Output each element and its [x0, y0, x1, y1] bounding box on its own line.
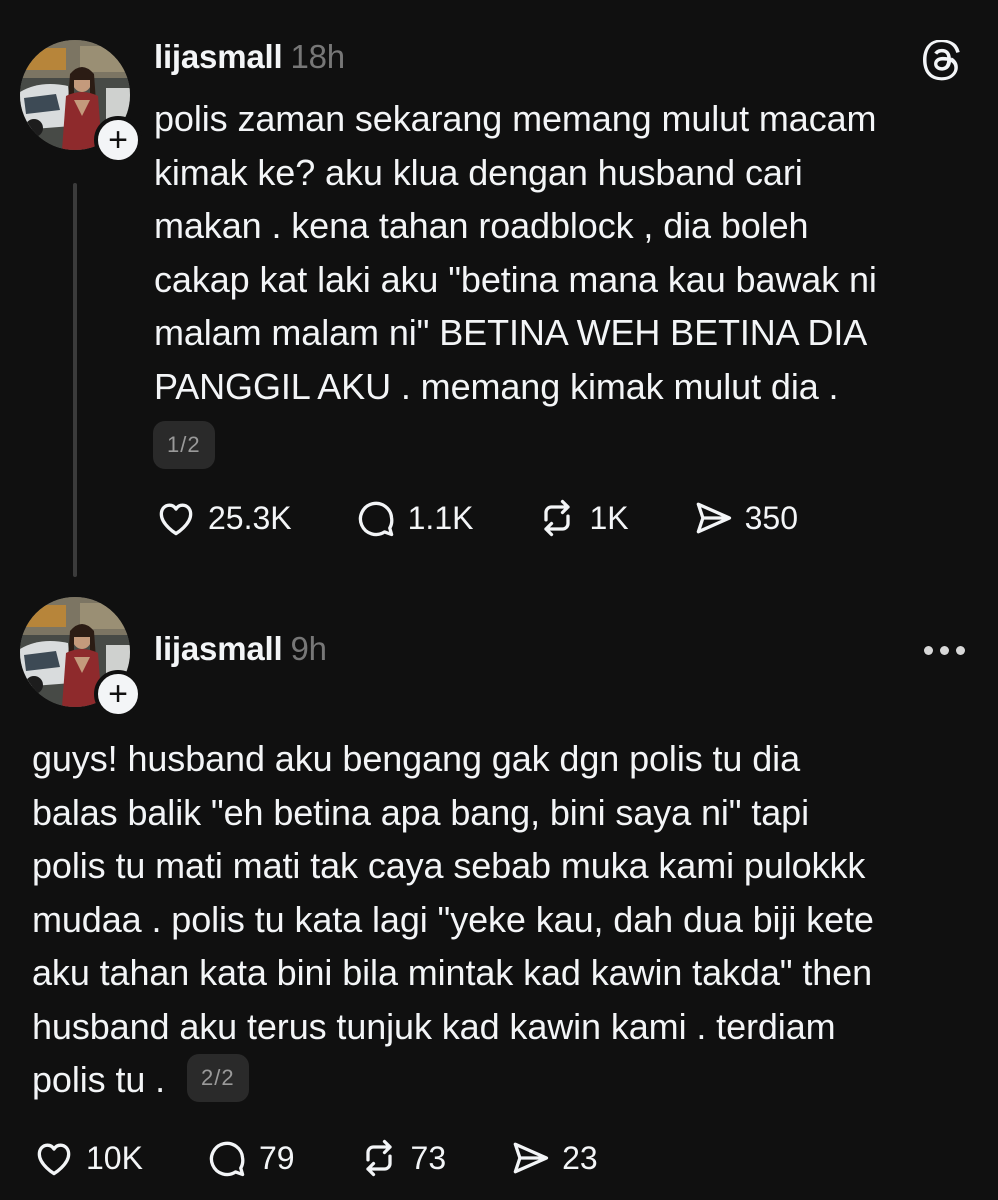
post-body-line: kimak ke? aku klua dengan husband cari — [154, 151, 803, 193]
post-author[interactable]: lijasmall 18h — [154, 38, 345, 76]
like-count: 25.3K — [208, 499, 292, 536]
repost-button[interactable]: 1K — [535, 496, 629, 540]
post-body-line: balas balik "eh betina apa bang, bini sa… — [32, 791, 810, 833]
thread-connector-line — [73, 183, 77, 577]
thread-page-indicator: 2/2 — [186, 1054, 249, 1103]
post-body-line: husband aku terus tunjuk kad kawin kami … — [32, 1005, 836, 1047]
post-body: guys! husband aku bengang gak dgn polis … — [32, 732, 874, 1107]
post-body-line: polis tu . 2/2 — [32, 1053, 874, 1107]
share-count: 350 — [744, 499, 798, 536]
username[interactable]: lijasmall — [154, 630, 283, 667]
post-body: polis zaman sekarang memang mulut macam … — [154, 92, 877, 413]
like-button[interactable]: 10K — [32, 1136, 143, 1180]
repost-button[interactable]: 73 — [357, 1136, 447, 1180]
reply-count: 79 — [258, 1139, 295, 1176]
post-body-last-text: polis tu . — [32, 1059, 166, 1100]
post-body-line: polis zaman sekarang memang mulut macam — [154, 98, 877, 139]
post-body-line: polis tu mati mati tak caya sebab muka k… — [32, 845, 866, 886]
like-count: 10K — [86, 1139, 143, 1176]
share-button[interactable]: 350 — [691, 496, 798, 540]
username[interactable]: lijasmall — [154, 38, 283, 75]
repost-count: 73 — [410, 1139, 447, 1176]
repost-icon — [544, 499, 571, 537]
reply-button[interactable]: 79 — [205, 1136, 295, 1180]
post-actions: 25.3K 1.1K 1K 350 — [154, 493, 798, 543]
heart-icon — [159, 503, 193, 536]
repost-count: 1K — [589, 499, 629, 536]
post-body-line: aku tahan kata bini bila mintak kad kawi… — [32, 952, 872, 993]
share-count: 23 — [562, 1139, 598, 1176]
post-timestamp: 18h — [290, 38, 345, 75]
reply-button[interactable]: 1.1K — [354, 496, 474, 540]
post-body-line: guys! husband aku bengang gak dgn polis … — [32, 738, 800, 779]
thread-page-indicator: 1/2 — [153, 421, 215, 469]
post-actions: 10K 79 73 23 — [32, 1133, 598, 1183]
follow-plus-icon[interactable]: + — [94, 116, 142, 164]
share-button[interactable]: 23 — [508, 1136, 598, 1180]
follow-plus-icon[interactable]: + — [94, 670, 142, 718]
like-button[interactable]: 25.3K — [154, 496, 292, 540]
repost-icon — [365, 1139, 392, 1177]
send-icon — [696, 502, 731, 534]
threads-logo-icon[interactable] — [922, 40, 964, 82]
reply-count: 1.1K — [407, 499, 474, 536]
post-body-line: makan . kena tahan roadblock , dia boleh — [154, 205, 809, 246]
post-body-line: cakap kat laki aku "betina mana kau bawa… — [154, 258, 877, 300]
send-icon — [513, 1142, 549, 1174]
more-options-icon[interactable] — [924, 646, 965, 655]
comment-icon — [209, 1141, 245, 1177]
post-timestamp: 9h — [290, 630, 327, 667]
comment-icon — [358, 501, 394, 537]
post-body-line: PANGGIL AKU . memang kimak mulut dia . — [154, 365, 839, 407]
post-body-line: malam malam ni" BETINA WEH BETINA DIA — [154, 312, 868, 353]
heart-icon — [37, 1143, 71, 1176]
post-body-line: mudaa . polis tu kata lagi "yeke kau, da… — [32, 898, 874, 940]
post-author[interactable]: lijasmall 9h — [154, 630, 327, 668]
